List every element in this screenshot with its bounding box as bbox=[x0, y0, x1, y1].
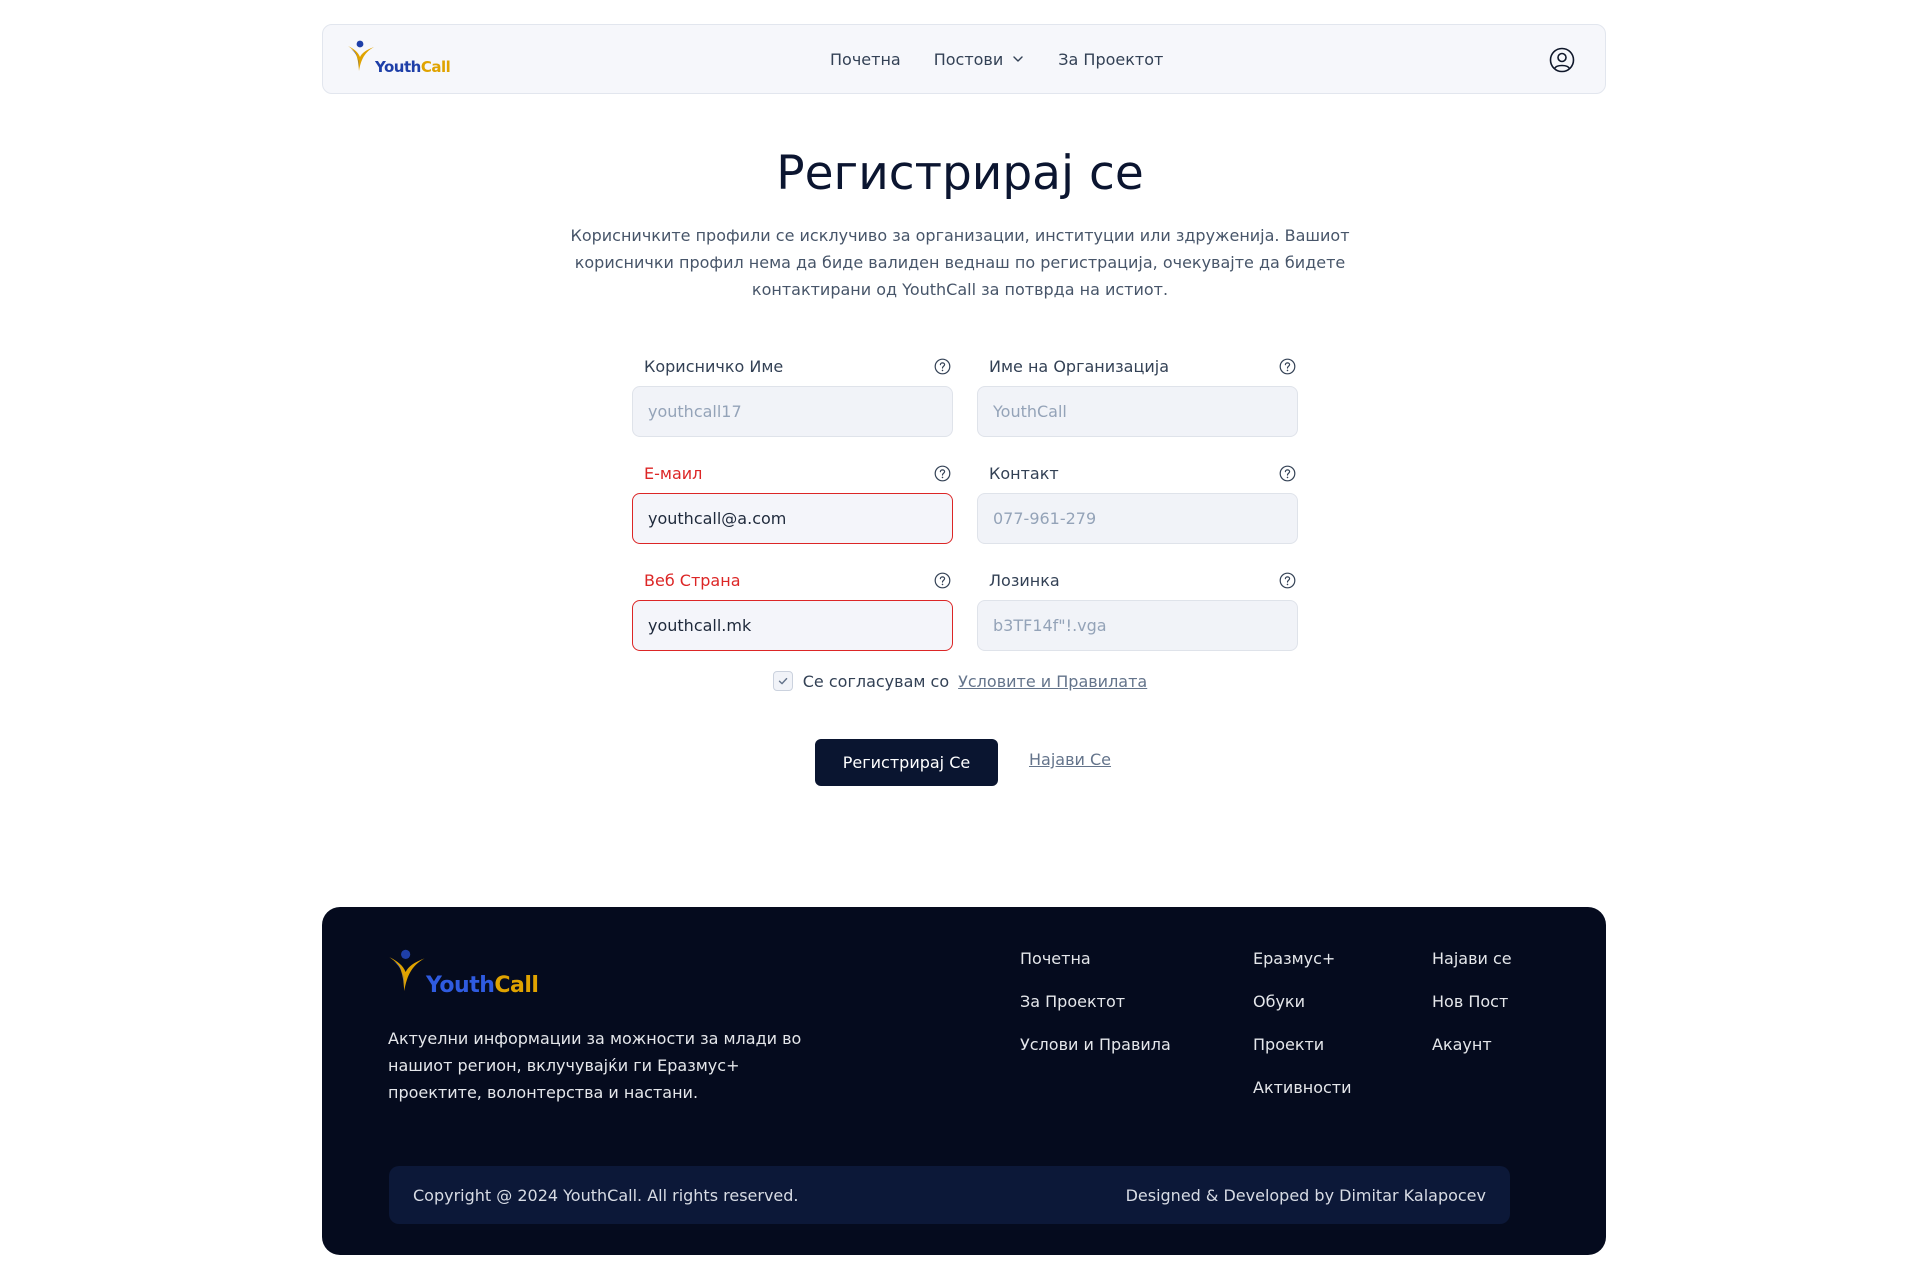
terms-checkbox[interactable] bbox=[772, 671, 793, 691]
logo-word-call: Call bbox=[494, 973, 539, 998]
organization-label-row: Име на Организација bbox=[977, 354, 1298, 378]
nav-item-posts[interactable]: Постови bbox=[934, 50, 1026, 69]
nav-item-home[interactable]: Почетна bbox=[830, 50, 901, 69]
login-link[interactable]: Најави Се bbox=[1029, 750, 1111, 769]
footer-link-erasmus[interactable]: Еразмус+ bbox=[1253, 947, 1352, 971]
footer-link-terms[interactable]: Услови и Правила bbox=[1020, 1033, 1171, 1057]
main-nav: Почетна Постови За Проектот bbox=[830, 25, 1163, 93]
footer-links-account: Најави се Нов Пост Акаунт bbox=[1432, 947, 1512, 1057]
contact-input[interactable] bbox=[977, 493, 1298, 544]
email-input[interactable] bbox=[632, 493, 953, 544]
footer-link-home[interactable]: Почетна bbox=[1020, 947, 1171, 971]
chevron-down-icon bbox=[1013, 56, 1023, 62]
register-button[interactable]: Регистрирај Се bbox=[815, 739, 998, 786]
logo-figure-icon bbox=[389, 949, 425, 991]
email-field-group: Е-маил bbox=[632, 461, 953, 544]
logo-wordmark: YouthCall bbox=[375, 58, 451, 76]
logo-word-youth: Youth bbox=[375, 58, 421, 76]
check-icon bbox=[778, 677, 788, 685]
username-input[interactable] bbox=[632, 386, 953, 437]
footer-link-about[interactable]: За Проектот bbox=[1020, 990, 1171, 1014]
user-circle-icon[interactable] bbox=[1549, 47, 1575, 73]
page-description: Корисничките профили се исклучиво за орг… bbox=[570, 226, 1350, 299]
help-circle-icon[interactable] bbox=[934, 358, 951, 375]
copyright-text: Copyright @ 2024 YouthCall. All rights r… bbox=[413, 1185, 799, 1205]
logo-figure-icon bbox=[348, 40, 374, 71]
footer: YouthCall Актуелни информации за можност… bbox=[322, 907, 1606, 1255]
password-label-row: Лозинка bbox=[977, 568, 1298, 592]
website-label-row: Веб Страна bbox=[632, 568, 953, 592]
footer-link-login[interactable]: Најави се bbox=[1432, 947, 1512, 971]
email-label-row: Е-маил bbox=[632, 461, 953, 485]
footer-logo[interactable]: YouthCall bbox=[388, 947, 539, 998]
password-label: Лозинка bbox=[989, 570, 1060, 590]
contact-field-group: Контакт bbox=[977, 461, 1298, 544]
help-circle-icon[interactable] bbox=[934, 465, 951, 482]
logo-word-youth: Youth bbox=[426, 973, 495, 998]
help-circle-icon[interactable] bbox=[1279, 572, 1296, 589]
page-title: Регистрирај се bbox=[776, 146, 1144, 201]
footer-link-trainings[interactable]: Обуки bbox=[1253, 990, 1352, 1014]
footer-link-projects[interactable]: Проекти bbox=[1253, 1033, 1352, 1057]
website-input[interactable] bbox=[632, 600, 953, 651]
help-circle-icon[interactable] bbox=[934, 572, 951, 589]
username-label-row: Корисничко Име bbox=[632, 354, 953, 378]
terms-text: Се согласувам со bbox=[802, 671, 950, 691]
contact-label: Контакт bbox=[989, 463, 1059, 483]
contact-label-row: Контакт bbox=[977, 461, 1298, 485]
website-label: Веб Страна bbox=[644, 570, 741, 590]
nav-item-about[interactable]: За Проектот bbox=[1058, 50, 1163, 69]
footer-link-new-post[interactable]: Нов Пост bbox=[1432, 990, 1512, 1014]
footer-links-site: Почетна За Проектот Услови и Правила bbox=[1020, 947, 1171, 1057]
footer-bottom-bar: Copyright @ 2024 YouthCall. All rights r… bbox=[389, 1166, 1510, 1224]
footer-link-activities[interactable]: Активности bbox=[1253, 1076, 1352, 1100]
password-field-group: Лозинка bbox=[977, 568, 1298, 651]
help-circle-icon[interactable] bbox=[1279, 465, 1296, 482]
website-field-group: Веб Страна bbox=[632, 568, 953, 651]
nav-item-posts-label: Постови bbox=[933, 49, 1004, 69]
credit-text: Designed & Developed by Dimitar Kalapoce… bbox=[1125, 1185, 1486, 1205]
footer-description: Актуелни информации за можности за млади… bbox=[388, 1029, 802, 1102]
footer-logo-wordmark: YouthCall bbox=[426, 973, 539, 998]
terms-link[interactable]: Условите и Правилата bbox=[958, 672, 1147, 691]
organization-input[interactable] bbox=[977, 386, 1298, 437]
organization-field-group: Име на Организација bbox=[977, 354, 1298, 437]
organization-label: Име на Организација bbox=[989, 356, 1169, 376]
email-label: Е-маил bbox=[644, 463, 703, 483]
logo-word-call: Call bbox=[420, 58, 451, 76]
youthcall-logo[interactable]: YouthCall bbox=[347, 39, 451, 76]
footer-links-categories: Еразмус+ Обуки Проекти Активности bbox=[1253, 947, 1352, 1100]
username-field-group: Корисничко Име bbox=[632, 354, 953, 437]
help-circle-icon[interactable] bbox=[1279, 358, 1296, 375]
footer-link-account[interactable]: Акаунт bbox=[1432, 1033, 1512, 1057]
navbar: YouthCall Почетна Постови За Проектот bbox=[322, 24, 1606, 94]
terms-row: Се согласувам со Условите и Правилата bbox=[0, 671, 1920, 691]
password-input[interactable] bbox=[977, 600, 1298, 651]
username-label: Корисничко Име bbox=[644, 356, 784, 376]
